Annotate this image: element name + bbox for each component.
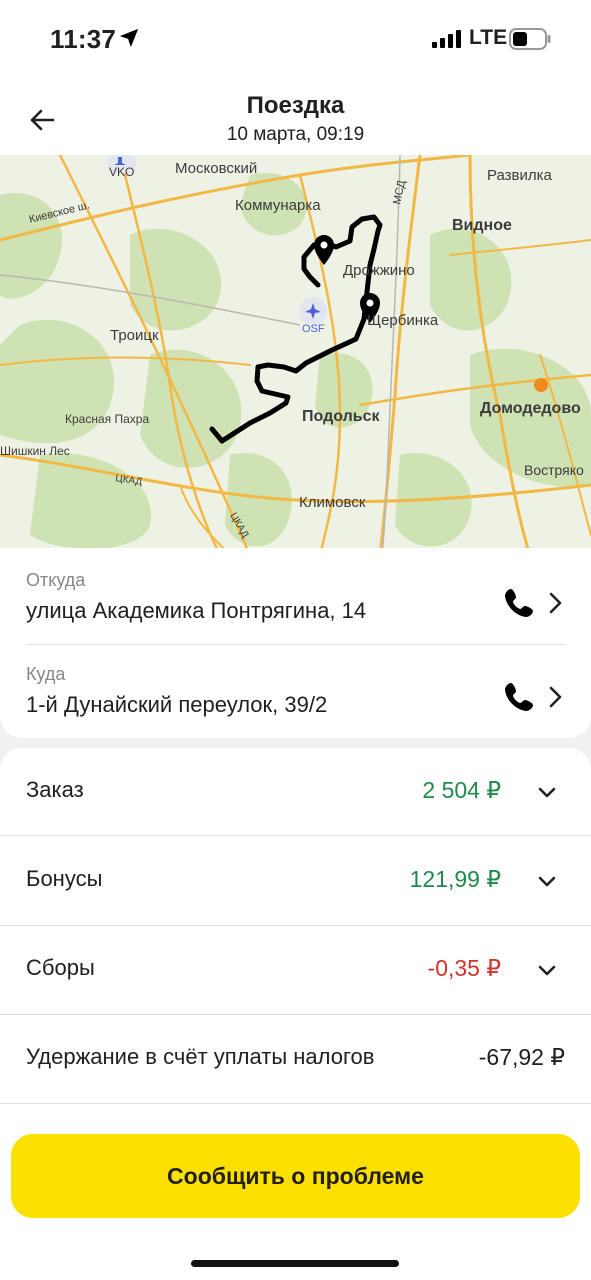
map-label: Домодедово: [480, 400, 581, 417]
map-label: Развилка: [487, 167, 553, 184]
address-to-value: 1-й Дунайский переулок, 39/2: [26, 692, 328, 717]
fees-label: Сборы: [26, 955, 95, 980]
map-label: VKO: [109, 165, 134, 179]
chevron-down-icon[interactable]: [535, 869, 559, 893]
tax-withholding-amount: -67,92 ₽: [478, 1044, 565, 1070]
fuel-poi-icon: [534, 378, 548, 392]
divider: [0, 1103, 591, 1104]
chevron-down-icon[interactable]: [535, 958, 559, 982]
payment-breakdown-card: Заказ 2 504 ₽ Бонусы 121,99 ₽ Сборы -0,3…: [0, 748, 591, 1128]
map-label: Щербинка: [367, 312, 439, 329]
battery-icon: [509, 28, 551, 50]
map-label: Дрожжино: [343, 262, 415, 279]
report-problem-button[interactable]: Сообщить о проблеме: [11, 1134, 580, 1218]
divider: [0, 835, 591, 836]
page-title: Поездка: [246, 92, 345, 119]
signal-icon: [432, 30, 461, 48]
home-indicator[interactable]: [191, 1260, 399, 1267]
divider: [26, 644, 566, 645]
chevron-right-icon[interactable]: [546, 588, 566, 618]
tax-withholding-label: Удержание в счёт уплаты налогов: [26, 1044, 375, 1069]
addresses-card: Откуда улица Академика Понтрягина, 14 Ку…: [0, 548, 591, 738]
location-arrow-icon: [119, 28, 139, 48]
map-label: Подольск: [302, 408, 380, 425]
address-from-value: улица Академика Понтрягина, 14: [26, 598, 367, 623]
airport-osf-icon: [299, 297, 327, 325]
map-label: Коммунарка: [235, 197, 321, 214]
chevron-right-icon[interactable]: [546, 682, 566, 712]
bonuses-amount: 121,99 ₽: [409, 866, 501, 892]
network-type: LTE: [469, 26, 508, 49]
chevron-down-icon[interactable]: [535, 780, 559, 804]
order-label: Заказ: [26, 777, 84, 802]
bonuses-row[interactable]: Бонусы 121,99 ₽: [0, 837, 591, 925]
fees-amount: -0,35 ₽: [427, 955, 501, 981]
map-label: OSF: [302, 323, 325, 335]
order-amount: 2 504 ₽: [422, 777, 501, 803]
order-row[interactable]: Заказ 2 504 ₽: [0, 748, 591, 836]
fees-row[interactable]: Сборы -0,35 ₽: [0, 926, 591, 1014]
tax-withholding-row: Удержание в счёт уплаты налогов -67,92 ₽: [0, 1015, 591, 1103]
map-label: Московский: [175, 160, 257, 177]
status-time: 11:37: [50, 24, 117, 54]
address-to-label: Куда: [26, 664, 66, 684]
phone-icon[interactable]: [502, 586, 536, 620]
trip-datetime: 10 марта, 09:19: [226, 124, 365, 145]
address-from-label: Откуда: [26, 570, 86, 590]
address-from-row[interactable]: Откуда улица Академика Понтрягина, 14: [26, 566, 566, 656]
map-label: Шишкин Лес: [0, 444, 70, 458]
map-label: Климовск: [299, 494, 366, 511]
map-label: Востряко: [524, 462, 584, 478]
map-label: Видное: [452, 217, 512, 234]
route-map[interactable]: VKO Московский Развилка МСД Киевское ш. …: [0, 155, 591, 555]
trip-header: Поездка 10 марта, 09:19: [0, 80, 591, 155]
status-bar: 11:37 LTE: [0, 0, 591, 80]
bonuses-label: Бонусы: [26, 866, 103, 891]
map-label: Троицк: [110, 327, 159, 344]
address-to-row[interactable]: Куда 1-й Дунайский переулок, 39/2: [26, 660, 566, 750]
map-label: Красная Пахра: [65, 412, 149, 426]
phone-icon[interactable]: [502, 680, 536, 714]
map-canvas: VKO Московский Развилка МСД Киевское ш. …: [0, 155, 591, 555]
